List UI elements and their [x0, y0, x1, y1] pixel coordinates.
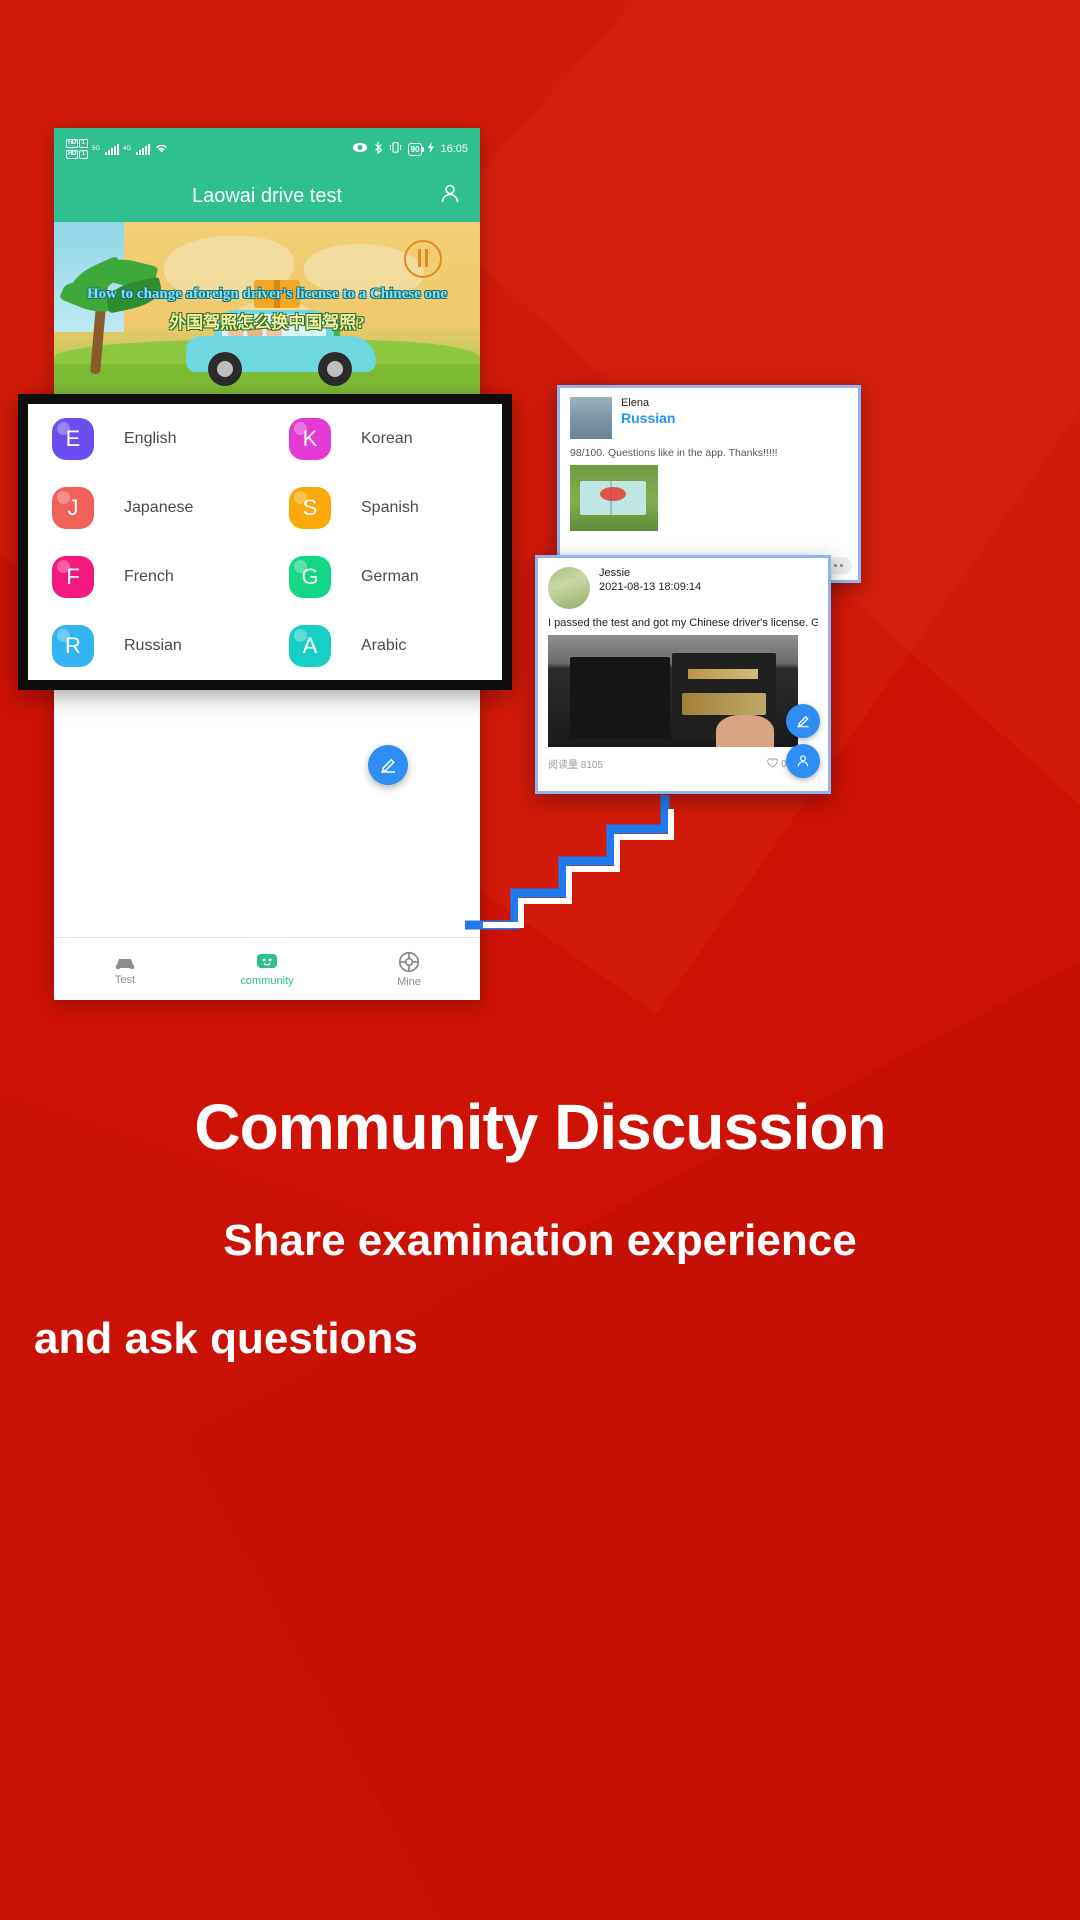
post-card-elena[interactable]: Elena Russian 98/100. Questions like in … [557, 385, 861, 583]
charging-icon [428, 142, 435, 156]
post-date: 2021-08-13 18:09:14 [599, 581, 702, 593]
tab-community[interactable]: community [196, 938, 338, 1000]
person-icon[interactable] [438, 182, 462, 211]
compose-fab-button[interactable] [786, 704, 820, 738]
tab-test[interactable]: Test [54, 938, 196, 1000]
page-title: Laowai drive test [191, 184, 343, 207]
battery-icon: 90 [407, 142, 425, 156]
vibrate-icon [389, 141, 402, 157]
app-bar: Laowai drive test [54, 170, 480, 222]
compose-fab-button[interactable] [368, 745, 408, 785]
tab-mine-label: Mine [397, 975, 421, 988]
caption-line-3: and ask questions [34, 1314, 418, 1363]
network-5g-label: 5G [92, 146, 101, 152]
post-author-name: Jessie [599, 567, 631, 579]
caption-block: Community Discussion Share examination e… [0, 1090, 1080, 1364]
bluetooth-icon [374, 141, 383, 157]
bottom-tab-bar[interactable]: Test community Mine [54, 937, 480, 1000]
language-label-arabic: Arabic [361, 636, 407, 654]
language-option-russian[interactable]: R Russian [28, 611, 265, 680]
signal-bars-icon-2 [136, 143, 151, 155]
language-badge-e: E [52, 417, 94, 460]
tab-test-label: Test [114, 973, 136, 986]
reads-label: 阅读量 [548, 760, 578, 771]
language-option-english[interactable]: E English [28, 404, 265, 473]
language-option-japanese[interactable]: J Japanese [28, 473, 265, 542]
wifi-icon [154, 142, 169, 157]
banner-headline-en: How to change aforeign driver's license … [86, 286, 448, 302]
reads-count: 8105 [580, 760, 604, 771]
hd-icon-2: HD [66, 150, 78, 159]
language-badge-r: R [52, 624, 94, 667]
car-illustration [186, 310, 376, 386]
hd-icon: HD [66, 139, 78, 148]
tab-mine[interactable]: Mine [338, 938, 480, 1000]
language-badge-s: S [289, 486, 331, 529]
language-badge-a: A [289, 624, 331, 667]
language-badge-k: K [289, 417, 331, 460]
post-text: I passed the test and got my Chinese dri… [548, 617, 818, 629]
connector-arrow [465, 795, 674, 930]
post-photo[interactable] [548, 635, 798, 747]
like-button[interactable]: 0 [767, 757, 787, 770]
language-option-french[interactable]: F French [28, 542, 265, 611]
language-option-korean[interactable]: K Korean [265, 404, 502, 473]
sim2-icon: 1 [78, 150, 89, 159]
network-4g-label: 4G [123, 146, 132, 152]
profile-fab-button[interactable] [786, 744, 820, 778]
language-label-russian: Russian [124, 636, 182, 654]
clock-label: 16:05 [440, 143, 468, 155]
language-picker-dialog[interactable]: E English K Korean J Japanese S Spanish … [18, 394, 512, 690]
language-label-spanish: Spanish [361, 498, 419, 516]
language-badge-f: F [52, 555, 94, 598]
post-photo[interactable] [570, 465, 658, 531]
language-label-french: French [124, 567, 174, 585]
language-option-spanish[interactable]: S Spanish [265, 473, 502, 542]
language-grid: E English K Korean J Japanese S Spanish … [28, 404, 502, 680]
language-option-arabic[interactable]: A Arabic [265, 611, 502, 680]
post-card-jessie[interactable]: Jessie 2021-08-13 18:09:14 I passed the … [535, 555, 831, 794]
hd-sim-icons: HD 1 HD 1 [66, 139, 89, 159]
eye-icon [352, 142, 368, 156]
language-label-japanese: Japanese [124, 498, 194, 516]
post-author-name: Elena [621, 397, 650, 409]
sim1-icon: 1 [78, 139, 89, 148]
caption-line-2: Share examination experience [223, 1216, 857, 1265]
promo-banner[interactable]: How to change aforeign driver's license … [54, 222, 480, 402]
language-label-korean: Korean [361, 429, 413, 447]
avatar [570, 397, 612, 439]
post-footer: 阅读量 8105 0 1 [538, 756, 828, 778]
signal-bars-icon [105, 143, 120, 155]
banner-headline-cn: 外国驾照怎么换中国驾照? [169, 313, 365, 332]
language-badge-j: J [52, 486, 94, 529]
language-badge-g: G [289, 555, 331, 598]
post-language-tag: Russian [621, 410, 676, 426]
language-label-english: English [124, 429, 177, 447]
avatar [548, 567, 590, 609]
post-text: 98/100. Questions like in the app. Thank… [570, 447, 778, 459]
caption-line-1: Community Discussion [194, 1091, 886, 1163]
coin-icon [404, 240, 442, 278]
status-bar: HD 1 HD 1 5G 4G 90 16:05 [54, 128, 480, 170]
language-label-german: German [361, 567, 419, 585]
language-option-german[interactable]: G German [265, 542, 502, 611]
tab-community-label: community [240, 974, 294, 987]
